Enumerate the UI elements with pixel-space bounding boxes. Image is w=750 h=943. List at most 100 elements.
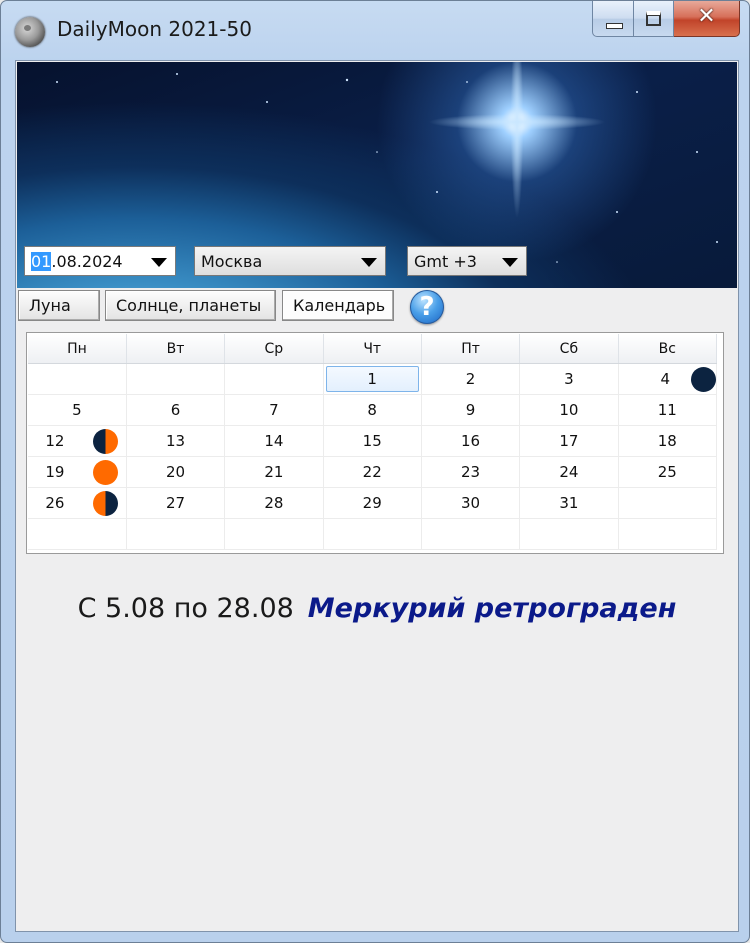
client-area: 01.08.2024 Москва Gmt +3 Луна Солнце, пл… bbox=[15, 60, 739, 932]
calendar-week-row: 5 6 7 8 9 10 11 bbox=[28, 394, 718, 426]
help-icon[interactable]: ? bbox=[410, 290, 444, 324]
day-number: 16 bbox=[461, 432, 481, 450]
empty-day-cell bbox=[126, 363, 226, 395]
maximize-button[interactable] bbox=[634, 1, 674, 37]
day-cell[interactable]: 17 bbox=[519, 425, 619, 457]
day-cell[interactable]: 10 bbox=[519, 394, 619, 426]
day-number: 17 bbox=[559, 432, 579, 450]
tab-calendar[interactable]: Календарь bbox=[282, 290, 394, 321]
day-number: 30 bbox=[461, 494, 481, 512]
day-cell[interactable]: 11 bbox=[618, 394, 718, 426]
day-number: 26 bbox=[45, 494, 65, 512]
day-cell[interactable]: 29 bbox=[323, 487, 422, 519]
close-button[interactable]: ✕ bbox=[674, 1, 740, 37]
day-cell[interactable]: 9 bbox=[421, 394, 521, 426]
day-cell[interactable]: 8 bbox=[323, 394, 422, 426]
last-quarter-icon bbox=[93, 491, 118, 516]
day-cell[interactable]: 20 bbox=[126, 456, 226, 488]
empty-day-cell bbox=[224, 363, 324, 395]
calendar-week-row: 1 2 3 4 bbox=[28, 363, 718, 395]
day-cell[interactable]: 14 bbox=[224, 425, 324, 457]
weekday-header: Чт bbox=[323, 334, 422, 364]
moon-app-icon[interactable] bbox=[15, 17, 45, 47]
day-number: 8 bbox=[367, 401, 377, 419]
weekday-header: Сб bbox=[519, 334, 619, 364]
day-number: 13 bbox=[165, 432, 186, 450]
calendar-grid: Пн Вт Ср Чт Пт Сб Вс 1 2 3 4 5 6 7 8 9 10 11 12 13 14… bbox=[26, 332, 724, 554]
day-number: 6 bbox=[170, 401, 181, 419]
day-cell[interactable]: 7 bbox=[224, 394, 324, 426]
date-day-selected: 01 bbox=[31, 252, 52, 271]
empty-day-cell bbox=[618, 518, 718, 550]
day-number: 1 bbox=[367, 370, 377, 388]
tab-sun-planets[interactable]: Солнце, планеты bbox=[105, 290, 276, 321]
day-number: 19 bbox=[45, 463, 65, 481]
minimize-button[interactable] bbox=[592, 1, 634, 37]
weekday-header-row: Пн Вт Ср Чт Пт Сб Вс bbox=[28, 334, 718, 364]
day-number: 21 bbox=[264, 463, 284, 481]
day-cell[interactable]: 26 bbox=[28, 487, 127, 519]
day-cell[interactable]: 4 bbox=[618, 363, 718, 395]
space-banner-image: 01.08.2024 Москва Gmt +3 bbox=[17, 62, 737, 288]
day-cell[interactable]: 28 bbox=[224, 487, 324, 519]
day-number: 11 bbox=[657, 401, 677, 419]
day-cell[interactable]: 5 bbox=[28, 394, 127, 426]
chevron-down-icon[interactable] bbox=[502, 258, 518, 267]
maximize-icon bbox=[646, 11, 661, 26]
day-cell[interactable]: 27 bbox=[126, 487, 226, 519]
day-cell[interactable]: 21 bbox=[224, 456, 324, 488]
calendar-week-row: 12 13 14 15 16 17 18 bbox=[28, 425, 718, 457]
new-moon-icon bbox=[691, 367, 716, 392]
day-cell[interactable]: 6 bbox=[126, 394, 226, 426]
day-cell[interactable]: 23 bbox=[421, 456, 521, 488]
day-cell[interactable]: 2 bbox=[421, 363, 521, 395]
day-cell[interactable]: 19 bbox=[28, 456, 127, 488]
timezone-value: Gmt +3 bbox=[414, 252, 477, 271]
tab-bar: Луна Солнце, планеты Календарь ? bbox=[18, 290, 736, 324]
day-cell[interactable]: 25 bbox=[618, 456, 718, 488]
day-number: 31 bbox=[559, 494, 579, 512]
day-cell[interactable]: 13 bbox=[126, 425, 226, 457]
day-cell[interactable]: 16 bbox=[421, 425, 521, 457]
day-number: 28 bbox=[264, 494, 284, 512]
day-number: 23 bbox=[461, 463, 481, 481]
day-number: 27 bbox=[165, 494, 186, 512]
day-number: 14 bbox=[264, 432, 284, 450]
city-value: Москва bbox=[201, 252, 263, 271]
empty-day-cell bbox=[323, 518, 422, 550]
day-number: 4 bbox=[660, 370, 671, 388]
calendar-week-row: 26 27 28 29 30 31 bbox=[28, 487, 718, 519]
timezone-select[interactable]: Gmt +3 bbox=[407, 246, 527, 276]
date-rest: .08.2024 bbox=[51, 252, 123, 271]
empty-day-cell bbox=[421, 518, 521, 550]
close-icon: ✕ bbox=[697, 4, 716, 29]
chevron-down-icon[interactable] bbox=[151, 258, 167, 267]
day-number: 7 bbox=[269, 401, 279, 419]
tab-moon[interactable]: Луна bbox=[18, 290, 100, 321]
day-cell[interactable]: 18 bbox=[618, 425, 718, 457]
chevron-down-icon[interactable] bbox=[361, 258, 377, 267]
date-picker[interactable]: 01.08.2024 bbox=[24, 246, 176, 276]
empty-day-cell bbox=[224, 518, 324, 550]
event-text: Меркурий ретрограден bbox=[307, 593, 677, 624]
empty-day-cell bbox=[519, 518, 619, 550]
weekday-header: Ср bbox=[224, 334, 324, 364]
day-cell[interactable]: 24 bbox=[519, 456, 619, 488]
day-number: 29 bbox=[362, 494, 382, 512]
day-cell[interactable]: 1 bbox=[323, 363, 422, 395]
day-cell[interactable]: 3 bbox=[519, 363, 619, 395]
day-cell[interactable]: 30 bbox=[421, 487, 521, 519]
day-number: 22 bbox=[362, 463, 382, 481]
day-number: 24 bbox=[559, 463, 579, 481]
day-cell[interactable]: 12 bbox=[28, 425, 127, 457]
day-cell[interactable]: 15 bbox=[323, 425, 422, 457]
day-number: 5 bbox=[72, 401, 82, 419]
city-select[interactable]: Москва bbox=[194, 246, 386, 276]
day-cell[interactable]: 31 bbox=[519, 487, 619, 519]
event-line: С 5.08 по 28.08 Меркурий ретрограден bbox=[16, 593, 738, 624]
weekday-header: Вс bbox=[618, 334, 718, 364]
event-date-range: С 5.08 по 28.08 bbox=[77, 593, 294, 624]
title-bar[interactable]: DailyMoon 2021-50 ✕ bbox=[1, 1, 749, 59]
weekday-header: Вт bbox=[126, 334, 226, 364]
day-cell[interactable]: 22 bbox=[323, 456, 422, 488]
